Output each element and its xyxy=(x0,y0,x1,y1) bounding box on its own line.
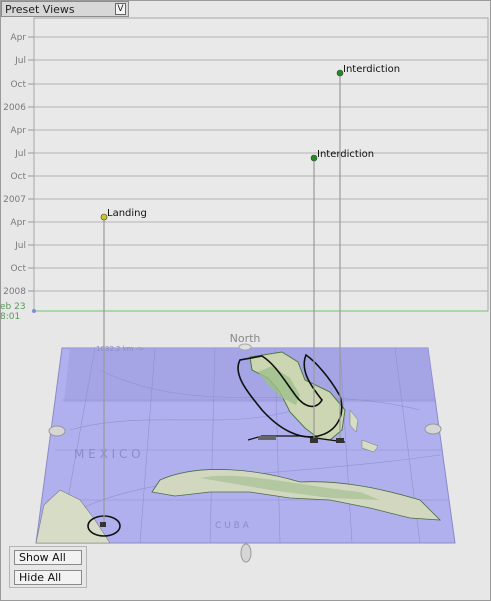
event-label[interactable]: Landing xyxy=(107,208,147,219)
rotate-handle-top[interactable] xyxy=(238,343,252,351)
timeline-tick-label: Jul xyxy=(14,149,26,159)
timeline-tick-label: Apr xyxy=(10,126,26,136)
north-label: North xyxy=(230,332,261,345)
show-all-button[interactable]: Show All xyxy=(14,550,82,565)
timeline-grid: AprJulOct2006AprJulOct2007AprJulOct2008 … xyxy=(0,17,489,322)
event-label[interactable]: Interdiction xyxy=(343,64,400,75)
timeline-tick-label: Oct xyxy=(10,172,26,182)
rotate-handle-left[interactable] xyxy=(48,425,66,437)
timeline-tick-label: Jul xyxy=(14,241,26,251)
map-cuba-label: C U B A xyxy=(215,521,250,531)
timeline-tick-label: Jul xyxy=(14,56,26,66)
timeline-start-time: 8:01 xyxy=(0,312,20,322)
timeline-tick-label: 2008 xyxy=(3,287,26,297)
timeline-tick-label: 2006 xyxy=(3,103,26,113)
timeline-origin-marker xyxy=(32,309,36,313)
timeline-tick-label: 2007 xyxy=(3,195,26,205)
map-gulf-label: M E X I C O xyxy=(74,447,141,461)
timeline-tick-label: Apr xyxy=(10,218,26,228)
timeline-tick-label: Oct xyxy=(10,264,26,274)
map-plane: 1032.2 km -> M E X I C O C U B A xyxy=(35,345,456,544)
rotate-handle-right[interactable] xyxy=(424,423,442,435)
map-scale-label: 1032.2 km -> xyxy=(96,345,144,353)
hide-all-button[interactable]: Hide All xyxy=(14,570,82,585)
scene-canvas: AprJulOct2006AprJulOct2007AprJulOct2008 … xyxy=(0,17,489,563)
timeline-plane xyxy=(33,17,489,312)
timeline-tick-label: Oct xyxy=(10,80,26,90)
timeline-tick-label: Apr xyxy=(10,33,26,43)
rotate-handle-bottom[interactable] xyxy=(240,543,252,563)
event-label[interactable]: Interdiction xyxy=(317,149,374,160)
timeline-start-date: eb 23 xyxy=(0,302,26,312)
